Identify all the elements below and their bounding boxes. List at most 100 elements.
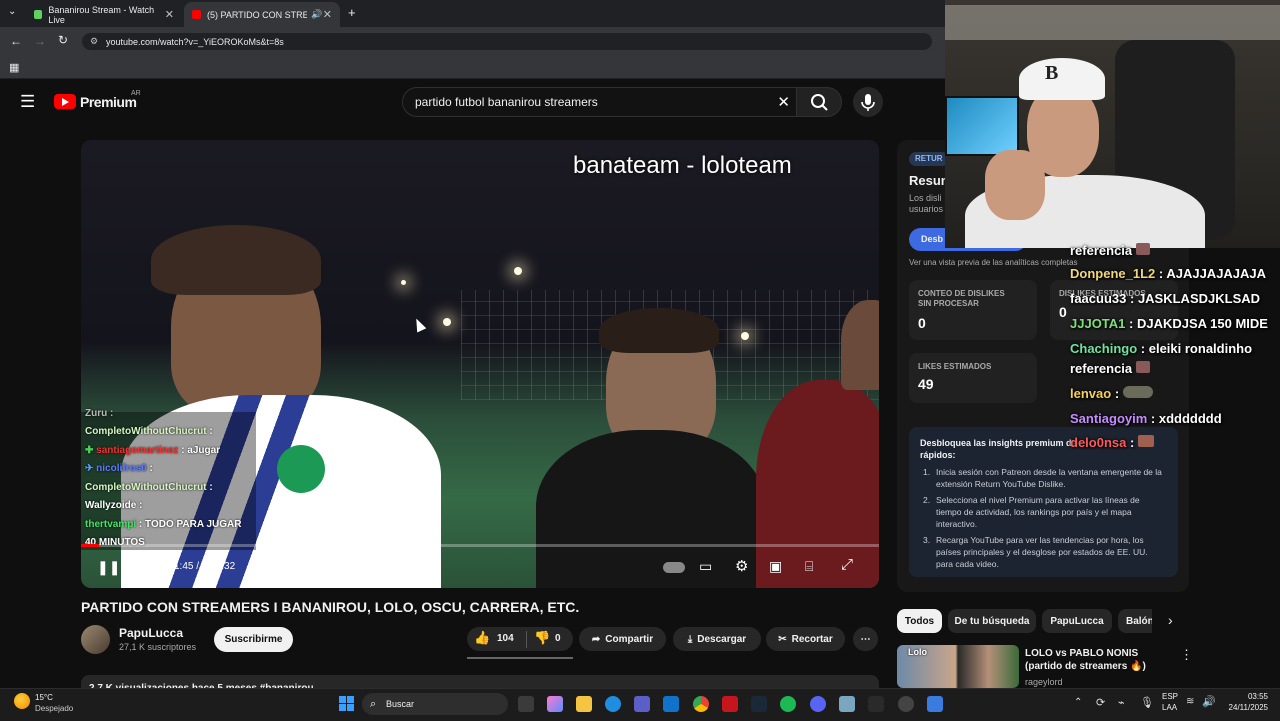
download-button[interactable]: ⤓ Descargar: [673, 627, 761, 651]
channel-name[interactable]: PapuLucca: [119, 626, 183, 640]
language-label-2[interactable]: LAA: [1162, 703, 1177, 712]
stream-chat-line: Donpene_1L2 : AJAJJAJAJAJA: [1070, 266, 1267, 281]
pause-icon[interactable]: ❚❚: [97, 559, 120, 576]
preview-text: Ver una vista previa de las analíticas c…: [909, 258, 1078, 267]
more-actions-icon[interactable]: ⋯: [853, 627, 878, 651]
cast-icon[interactable]: ⌸: [805, 558, 813, 575]
wifi-icon[interactable]: ≋: [1186, 696, 1194, 707]
store-icon[interactable]: [634, 696, 650, 712]
app-icon[interactable]: [868, 696, 884, 712]
weather-desc[interactable]: Despejado: [35, 704, 73, 713]
app-icon[interactable]: [722, 696, 738, 712]
stream-chat-line: Santiagoyim : xddddddd: [1070, 411, 1222, 426]
recommended-title[interactable]: LOLO vs PABLO NONIS (partido de streamer…: [1025, 647, 1175, 673]
tab-youtube[interactable]: (5) PARTIDO CON STREAME 🔊 ✕: [184, 2, 340, 27]
mic-tray-icon[interactable]: 🎙: [1140, 696, 1154, 709]
back-icon[interactable]: ←: [10, 34, 22, 48]
chip-todos[interactable]: Todos: [897, 609, 942, 633]
steam-icon[interactable]: [751, 696, 767, 712]
speaker-icon[interactable]: 🔊: [311, 9, 322, 20]
tab-twitch[interactable]: Bananirou Stream - Watch Live ✕: [26, 2, 182, 27]
file-explorer-icon[interactable]: [576, 696, 592, 712]
tray-sync-icon[interactable]: ⟳: [1096, 696, 1105, 709]
menu-icon[interactable]: ☰: [20, 92, 35, 112]
new-tab-icon[interactable]: +: [348, 5, 356, 20]
stadium-light: [443, 318, 451, 326]
tray-chevron-icon[interactable]: ⌃: [1074, 697, 1082, 708]
recommended-thumbnail[interactable]: Lolo: [897, 645, 1019, 688]
premium-label[interactable]: Premium: [80, 94, 137, 110]
search-button[interactable]: [796, 87, 842, 117]
stadium-light: [401, 280, 406, 285]
network-icon[interactable]: ⌁: [1118, 696, 1125, 709]
discord-icon[interactable]: [810, 696, 826, 712]
like-count[interactable]: 104: [497, 633, 514, 644]
close-tab-icon[interactable]: ✕: [165, 8, 174, 21]
miniplayer-icon[interactable]: ▣: [769, 558, 782, 575]
subtitles-icon[interactable]: ▭: [699, 558, 712, 575]
autoplay-toggle[interactable]: [663, 562, 685, 573]
youtube-logo-icon[interactable]: [54, 94, 76, 109]
taskbar-search[interactable]: ⌕ Buscar: [362, 693, 508, 715]
chrome-icon[interactable]: [693, 696, 709, 712]
copilot-icon[interactable]: [547, 696, 563, 712]
settings-gear-icon[interactable]: ⚙: [735, 557, 748, 575]
panel-description: Los disli usuarios: [909, 193, 944, 214]
chip-de-tu-busqueda[interactable]: De tu búsqueda: [948, 609, 1036, 633]
apps-grid-icon[interactable]: ▦: [9, 61, 19, 74]
clock-time[interactable]: 03:55: [1220, 692, 1268, 701]
recommended-channel[interactable]: rageylord: [1025, 677, 1063, 687]
language-label[interactable]: ESP: [1162, 692, 1178, 701]
dislike-count[interactable]: 0: [555, 633, 561, 644]
chips-next-icon[interactable]: ›: [1168, 612, 1173, 628]
chip-balon[interactable]: Balón: [1118, 609, 1152, 633]
reload-icon[interactable]: ↻: [58, 33, 68, 47]
dislike-icon[interactable]: 👎: [534, 630, 550, 646]
app-icon[interactable]: [927, 696, 943, 712]
forward-icon[interactable]: →: [34, 34, 46, 48]
tab-search-icon[interactable]: ⌄: [8, 6, 16, 17]
channel-avatar[interactable]: [81, 625, 110, 654]
streamer-hand: [985, 150, 1045, 220]
weather-temp[interactable]: 15°C: [35, 693, 53, 702]
progress-bar[interactable]: [81, 544, 879, 547]
task-view-icon[interactable]: [518, 696, 534, 712]
like-icon[interactable]: 👍: [474, 630, 490, 646]
edge-icon[interactable]: [605, 696, 621, 712]
chip-papulucca[interactable]: PapuLucca: [1042, 609, 1112, 633]
subscribe-button[interactable]: Suscribirme: [214, 627, 293, 652]
outlook-icon[interactable]: [663, 696, 679, 712]
start-icon[interactable]: [339, 696, 354, 711]
video-player[interactable]: banateam - loloteam Zuru : CompletoWitho…: [81, 140, 879, 588]
search-input[interactable]: partido futbol bananirou streamers ✕: [402, 87, 797, 117]
chat-line: CompletoWithoutChucrut :: [85, 426, 213, 437]
estimated-likes-label: LIKES ESTIMADOS: [918, 362, 992, 371]
recommended-menu-icon[interactable]: ⋮: [1180, 647, 1193, 663]
volume-icon[interactable]: [133, 559, 153, 577]
url-bar[interactable]: ⚙ youtube.com/watch?v=_YiEOROKoMs&t=8s: [82, 33, 932, 50]
youtube-favicon-icon: [192, 10, 201, 19]
fullscreen-icon[interactable]: ⤢: [841, 556, 853, 573]
clip-button[interactable]: ✂ Recortar: [766, 627, 845, 651]
chat-line: thertvampi : TODO PARA JUGAR: [85, 519, 242, 530]
kick-favicon-icon: [34, 10, 43, 19]
video-overlay-text: banateam - loloteam: [573, 152, 792, 179]
stadium-light: [514, 267, 522, 275]
voice-search-button[interactable]: [853, 87, 883, 117]
site-info-icon[interactable]: ⚙: [90, 36, 98, 47]
obs-icon[interactable]: [898, 696, 914, 712]
share-button[interactable]: ➦ Compartir: [579, 627, 666, 651]
streamer-cap: [1019, 58, 1105, 100]
emote-icon: [1122, 386, 1153, 398]
search-value: partido futbol bananirou streamers: [415, 95, 598, 109]
photos-icon[interactable]: [839, 696, 855, 712]
subscriber-count: 27,1 K suscriptores: [119, 642, 197, 652]
player-hair: [151, 225, 321, 295]
volume-tray-icon[interactable]: 🔊: [1202, 695, 1216, 708]
close-tab-icon[interactable]: ✕: [323, 8, 332, 21]
spotify-icon[interactable]: [780, 696, 796, 712]
search-icon: ⌕: [370, 697, 377, 710]
weather-icon[interactable]: [14, 693, 30, 709]
clock-date[interactable]: 24/11/2025: [1220, 703, 1268, 712]
clear-search-icon[interactable]: ✕: [777, 93, 790, 111]
